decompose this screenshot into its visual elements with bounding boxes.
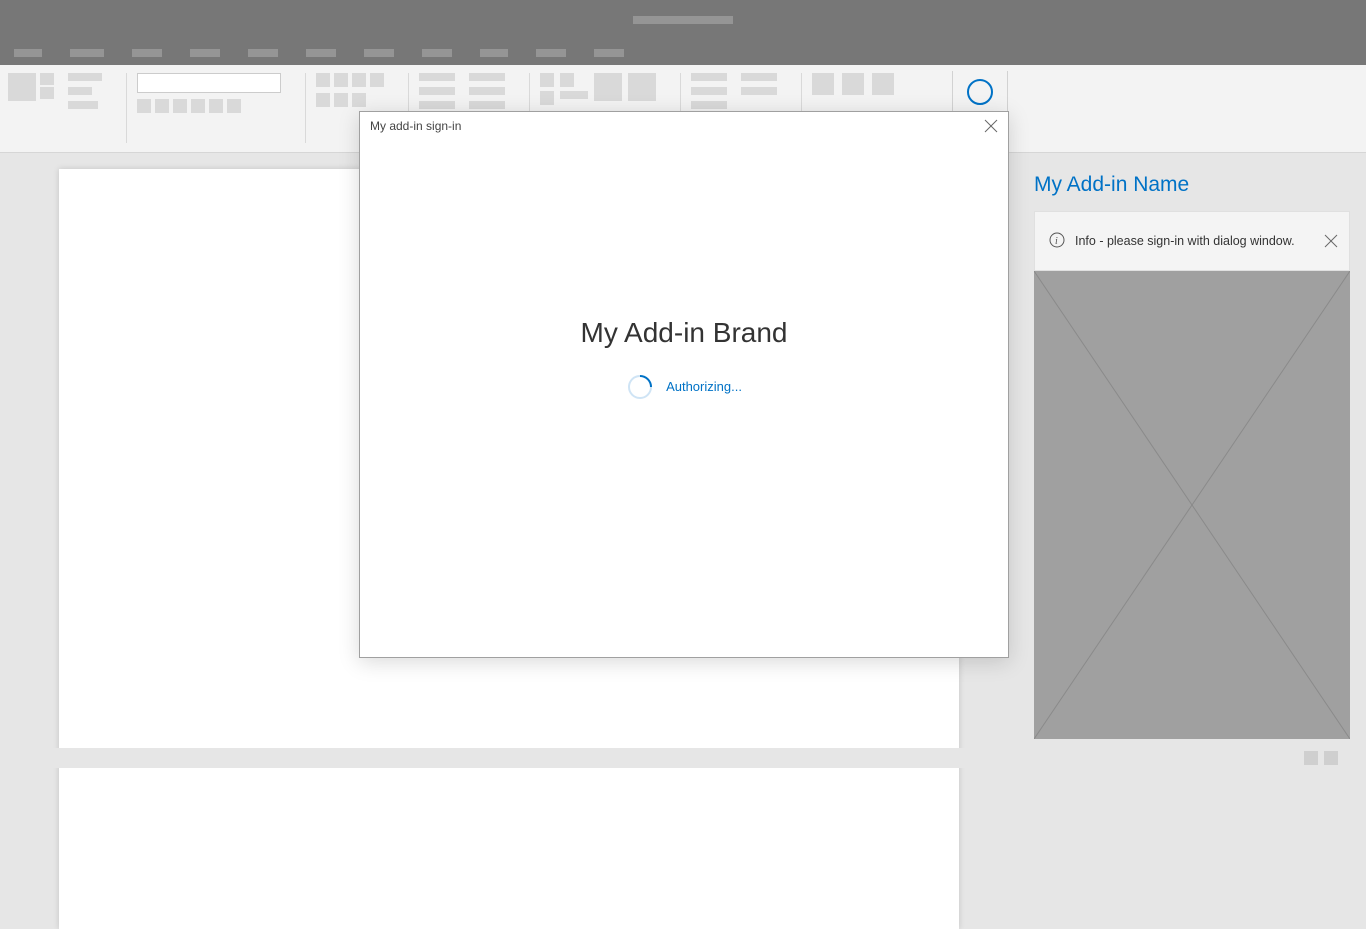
info-message: Info - please sign-in with dialog window… <box>1075 234 1295 248</box>
ribbon-tab[interactable] <box>422 49 452 57</box>
ribbon-button[interactable] <box>469 73 505 81</box>
ribbon-tab[interactable] <box>70 49 104 57</box>
ribbon-button[interactable] <box>691 101 727 109</box>
ribbon-group <box>68 73 102 109</box>
ribbon-group <box>316 73 384 107</box>
ribbon-button[interactable] <box>419 73 455 81</box>
ribbon-button[interactable] <box>560 73 574 87</box>
ribbon-button[interactable] <box>628 73 656 101</box>
ribbon-button[interactable] <box>68 101 98 109</box>
ribbon-button[interactable] <box>137 99 151 113</box>
addin-circle-icon <box>965 77 995 107</box>
ribbon-button[interactable] <box>68 87 92 95</box>
addin-brand-title: My Add-in Brand <box>581 317 788 349</box>
ribbon-separator <box>126 73 127 143</box>
statusbar-button[interactable] <box>1324 751 1338 765</box>
ribbon-button[interactable] <box>191 99 205 113</box>
ribbon-button[interactable] <box>741 87 777 95</box>
authorizing-status: Authorizing... <box>626 373 742 401</box>
ribbon-button[interactable] <box>227 99 241 113</box>
ribbon-button[interactable] <box>334 73 348 87</box>
ribbon-button[interactable] <box>352 93 366 107</box>
ribbon-button[interactable] <box>469 87 505 95</box>
ribbon-button[interactable] <box>419 87 455 95</box>
ribbon-button[interactable] <box>352 73 366 87</box>
ribbon-button[interactable] <box>370 73 384 87</box>
ribbon-group <box>741 73 777 95</box>
ribbon-tab[interactable] <box>536 49 566 57</box>
ribbon-group <box>691 73 727 109</box>
ribbon-group <box>137 73 281 113</box>
ribbon-button[interactable] <box>540 73 554 87</box>
ribbon-group <box>540 73 656 105</box>
ribbon-button[interactable] <box>316 93 330 107</box>
ribbon-group <box>812 73 894 95</box>
close-icon <box>984 119 998 133</box>
ribbon-separator <box>305 73 306 143</box>
ribbon-group <box>419 73 455 109</box>
ribbon-tab[interactable] <box>190 49 220 57</box>
window-titlebar <box>0 0 1366 40</box>
ribbon-tab[interactable] <box>306 49 336 57</box>
taskpane-body-placeholder <box>1034 271 1350 739</box>
info-close-button[interactable] <box>1323 233 1339 249</box>
ribbon-button[interactable] <box>469 101 505 109</box>
ribbon-tab[interactable] <box>480 49 508 57</box>
ribbon-group <box>469 73 505 109</box>
ribbon-tabs <box>0 40 1366 65</box>
ribbon-button[interactable] <box>40 87 54 99</box>
title-placeholder <box>633 16 733 24</box>
info-bar: i Info - please sign-in with dialog wind… <box>1034 211 1350 271</box>
ribbon-button[interactable] <box>419 101 455 109</box>
ribbon-button[interactable] <box>40 73 54 85</box>
ribbon-button[interactable] <box>691 73 727 81</box>
ribbon-tab[interactable] <box>132 49 162 57</box>
dialog-header: My add-in sign-in <box>360 112 1008 140</box>
dialog-title: My add-in sign-in <box>370 119 461 133</box>
ribbon-button[interactable] <box>155 99 169 113</box>
dialog-body: My Add-in Brand Authorizing... <box>360 140 1008 657</box>
ribbon-tab[interactable] <box>364 49 394 57</box>
info-icon: i <box>1049 232 1065 251</box>
authorizing-label: Authorizing... <box>666 379 742 394</box>
ribbon-button[interactable] <box>209 99 223 113</box>
ribbon-button[interactable] <box>812 73 834 95</box>
taskpane-title: My Add-in Name <box>1034 173 1350 197</box>
taskpane: My Add-in Name i Info - please sign-in w… <box>1018 153 1366 748</box>
ribbon-button[interactable] <box>316 73 330 87</box>
dialog-close-button[interactable] <box>984 119 998 133</box>
ribbon-button[interactable] <box>842 73 864 95</box>
ribbon-group <box>8 73 54 101</box>
statusbar-button[interactable] <box>1304 751 1318 765</box>
ribbon-button[interactable] <box>594 73 622 101</box>
close-icon <box>1323 233 1339 249</box>
signin-dialog: My add-in sign-in My Add-in Brand Author… <box>359 111 1009 658</box>
ribbon-button[interactable] <box>334 93 348 107</box>
ribbon-button[interactable] <box>741 73 777 81</box>
ribbon-tab[interactable] <box>14 49 42 57</box>
ribbon-button[interactable] <box>68 73 102 81</box>
ribbon-combobox[interactable] <box>137 73 281 93</box>
ribbon-button[interactable] <box>691 87 727 95</box>
ribbon-button[interactable] <box>560 91 588 99</box>
svg-text:i: i <box>1055 236 1058 247</box>
ribbon-tab[interactable] <box>594 49 624 57</box>
placeholder-x-icon <box>1034 271 1350 739</box>
ribbon-tab[interactable] <box>248 49 278 57</box>
status-bar <box>0 748 1366 768</box>
ribbon-button[interactable] <box>173 99 187 113</box>
ribbon-button[interactable] <box>540 91 554 105</box>
ribbon-button[interactable] <box>872 73 894 95</box>
ribbon-button[interactable] <box>8 73 36 101</box>
spinner-icon <box>626 373 654 401</box>
